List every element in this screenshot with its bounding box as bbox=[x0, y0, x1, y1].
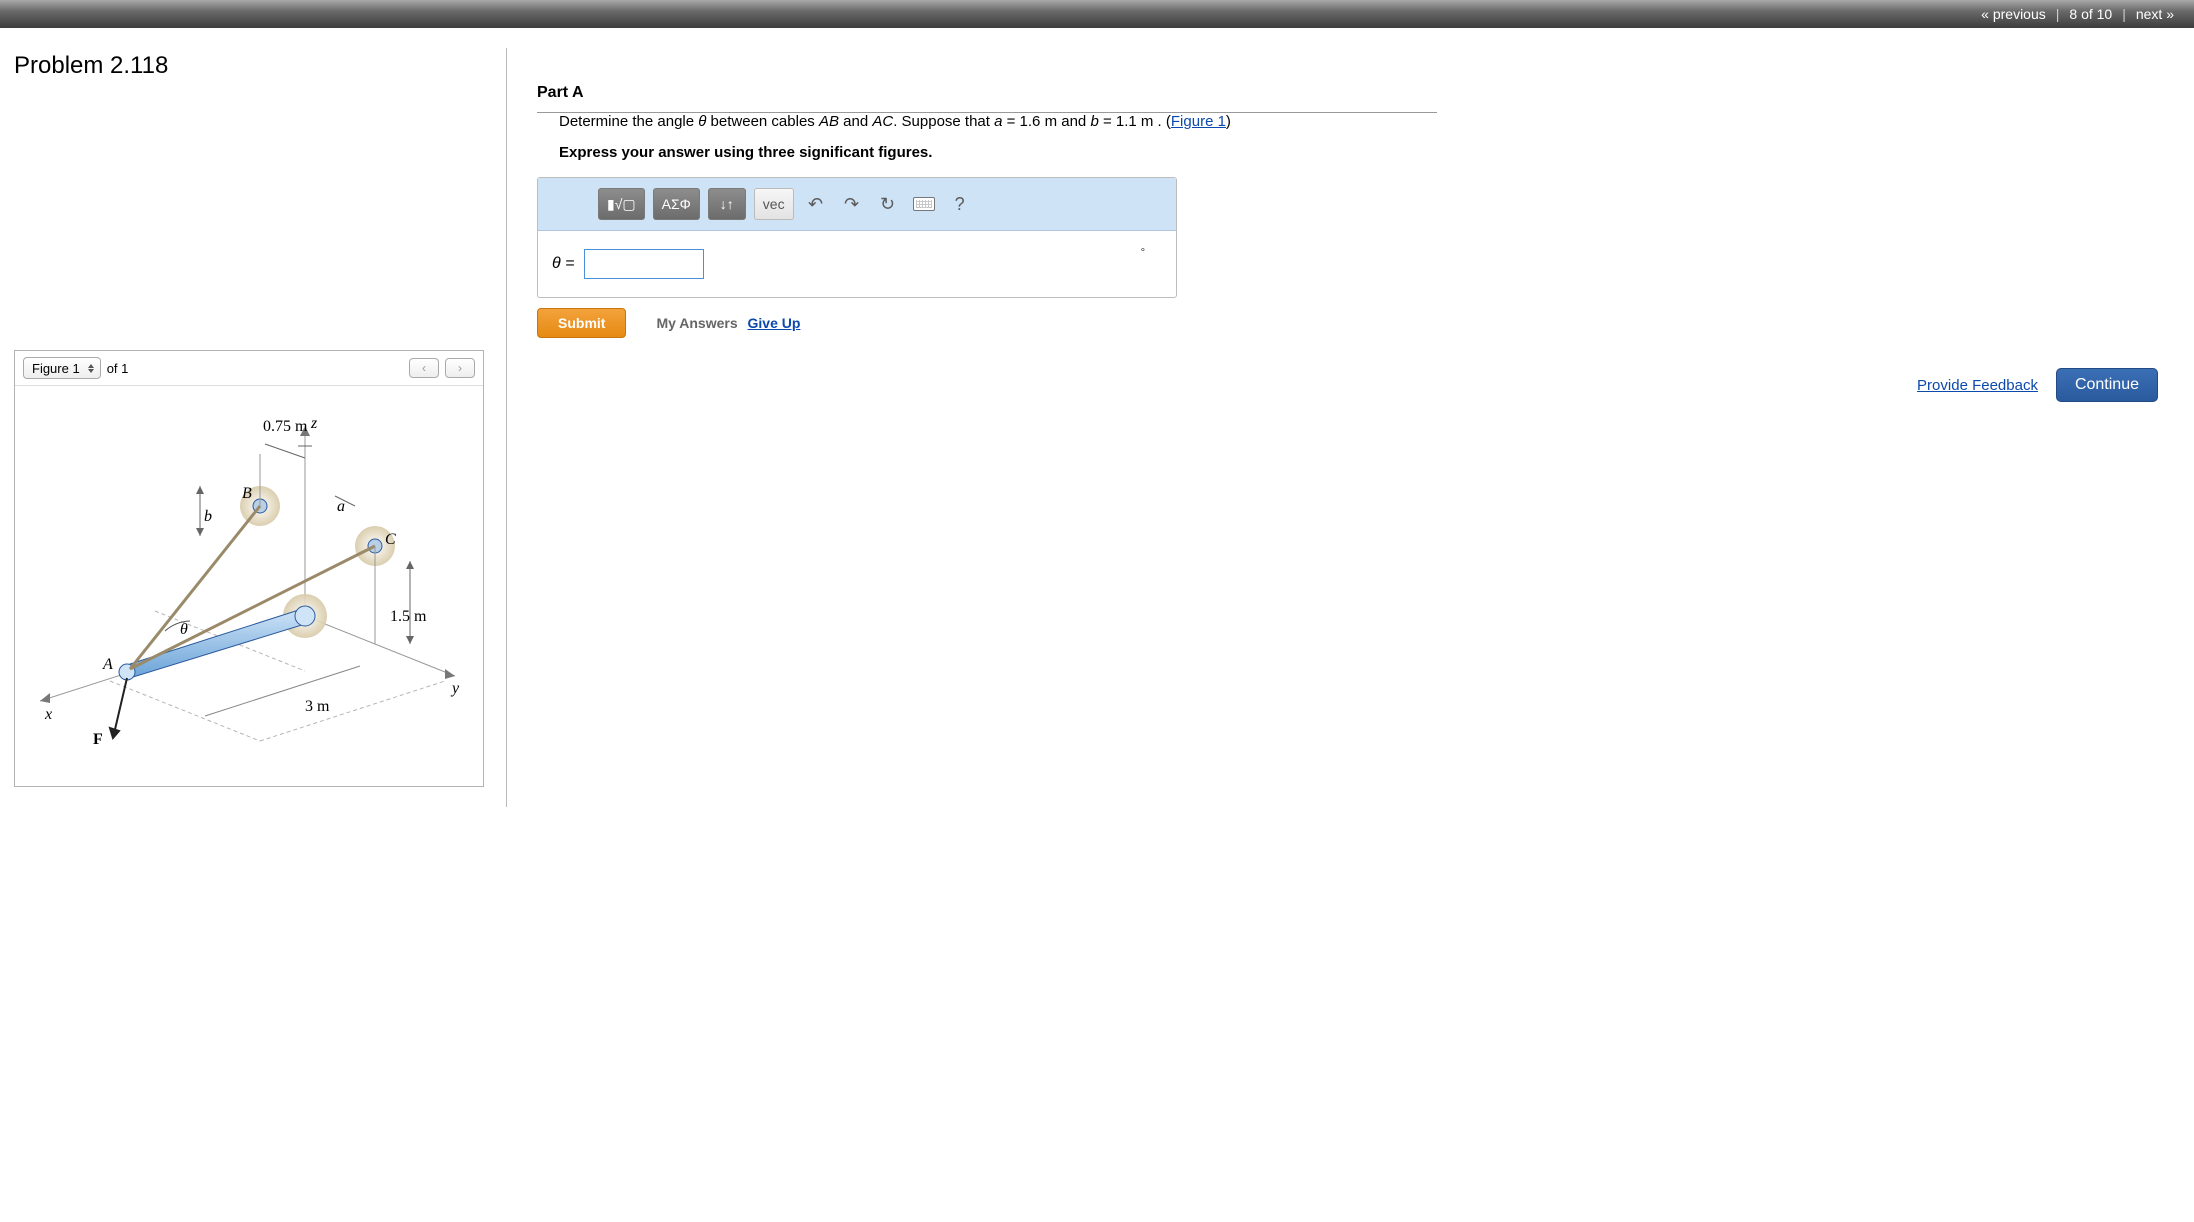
submit-button[interactable]: Submit bbox=[537, 308, 626, 338]
keyboard-icon bbox=[913, 197, 935, 211]
answer-input-row: θ = ∘ bbox=[538, 231, 1176, 297]
svg-text:C: C bbox=[385, 531, 396, 548]
greek-button[interactable]: ΑΣΦ bbox=[653, 188, 700, 220]
problem-title: Problem 2.118 bbox=[14, 52, 496, 80]
next-link[interactable]: next » bbox=[2128, 6, 2182, 22]
answer-box: ▮√▢ ΑΣΦ ↓↑ vec ↶ ↷ ↻ ? θ = ∘ bbox=[537, 177, 1177, 298]
redo-button[interactable]: ↷ bbox=[838, 190, 866, 218]
svg-text:y: y bbox=[450, 680, 460, 697]
part-label: Part A bbox=[537, 84, 2174, 102]
nav-count: 8 of 10 bbox=[2061, 6, 2120, 22]
answer-input[interactable] bbox=[584, 249, 704, 279]
figure-prev-button[interactable]: ‹ bbox=[409, 358, 439, 378]
svg-text:θ: θ bbox=[180, 621, 188, 638]
equation-toolbar: ▮√▢ ΑΣΦ ↓↑ vec ↶ ↷ ↻ ? bbox=[538, 178, 1176, 231]
continue-button[interactable]: Continue bbox=[2056, 368, 2158, 402]
action-row: Submit My Answers Give Up bbox=[537, 308, 2174, 338]
svg-text:B: B bbox=[242, 485, 252, 502]
vec-button[interactable]: vec bbox=[754, 188, 794, 220]
previous-link[interactable]: « previous bbox=[1973, 6, 2054, 22]
svg-text:A: A bbox=[102, 656, 113, 673]
my-answers-label: My Answers bbox=[656, 315, 737, 331]
provide-feedback-link[interactable]: Provide Feedback bbox=[1917, 377, 2038, 394]
figure-link[interactable]: Figure 1 bbox=[1171, 113, 1226, 130]
degree-mark: ∘ bbox=[1140, 245, 1146, 256]
give-up-link[interactable]: Give Up bbox=[748, 315, 801, 331]
svg-text:z: z bbox=[310, 415, 318, 432]
figure-body: 0.75 m z x y B C A b a θ F 1.5 m 3 m bbox=[15, 386, 483, 786]
reset-button[interactable]: ↻ bbox=[874, 190, 902, 218]
svg-text:b: b bbox=[204, 508, 212, 525]
footer-row: Provide Feedback Continue bbox=[537, 368, 2174, 402]
help-button[interactable]: ? bbox=[946, 190, 974, 218]
svg-text:a: a bbox=[337, 498, 345, 515]
answer-lhs: θ = bbox=[552, 255, 574, 273]
figure-select-label: Figure 1 bbox=[32, 361, 80, 376]
top-nav-bar: « previous | 8 of 10 | next » bbox=[0, 0, 2194, 28]
svg-text:3 m: 3 m bbox=[305, 698, 330, 715]
left-column: Problem 2.118 Figure 1 of 1 ‹ › bbox=[0, 28, 506, 807]
prompt-text: Determine the angle θ between cables AB … bbox=[559, 113, 2174, 130]
svg-text:1.5 m: 1.5 m bbox=[390, 608, 427, 625]
nav-separator: | bbox=[2054, 6, 2062, 22]
instruction-text: Express your answer using three signific… bbox=[559, 144, 2174, 161]
figure-next-button[interactable]: › bbox=[445, 358, 475, 378]
figure-select[interactable]: Figure 1 bbox=[23, 357, 101, 379]
undo-button[interactable]: ↶ bbox=[802, 190, 830, 218]
right-column: Part A Determine the angle θ between cab… bbox=[507, 28, 2194, 807]
figure-header: Figure 1 of 1 ‹ › bbox=[15, 351, 483, 386]
subsup-button[interactable]: ↓↑ bbox=[708, 188, 746, 220]
nav-separator: | bbox=[2120, 6, 2128, 22]
figure-panel: Figure 1 of 1 ‹ › bbox=[14, 350, 484, 787]
figure-svg: 0.75 m z x y B C A b a θ F 1.5 m 3 m bbox=[15, 386, 483, 786]
svg-text:0.75 m: 0.75 m bbox=[263, 418, 308, 435]
keyboard-button[interactable] bbox=[910, 190, 938, 218]
svg-text:F: F bbox=[93, 731, 103, 748]
templates-button[interactable]: ▮√▢ bbox=[598, 188, 645, 220]
figure-of-text: of 1 bbox=[107, 361, 129, 376]
svg-text:x: x bbox=[44, 706, 52, 723]
